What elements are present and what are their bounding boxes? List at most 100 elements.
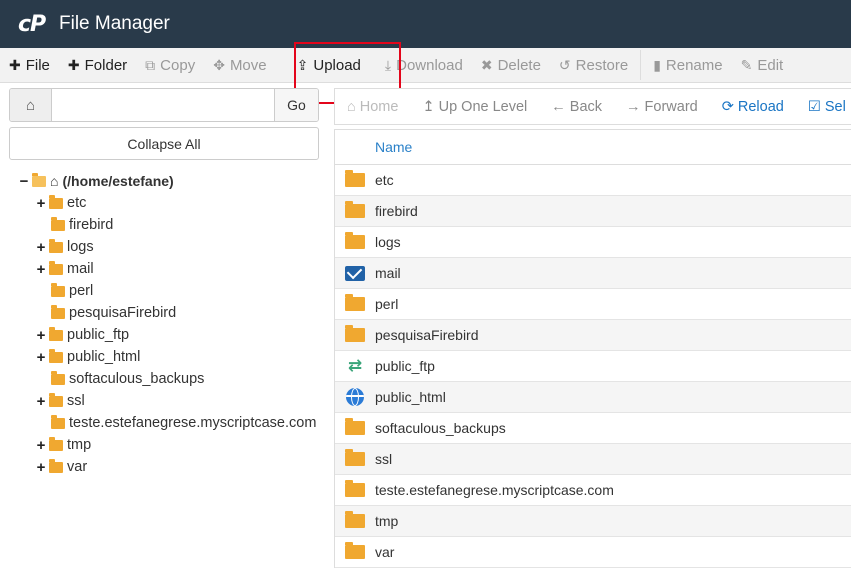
home-button[interactable]: ⌂ Home — [335, 99, 410, 115]
expand-toggle-icon[interactable]: + — [35, 437, 47, 454]
folder-icon — [51, 370, 65, 385]
collapse-toggle-icon[interactable]: − — [18, 173, 30, 190]
forward-button[interactable]: → Forward — [614, 99, 710, 115]
folder-icon — [51, 216, 65, 231]
folder-icon — [49, 194, 63, 209]
folder-icon — [345, 294, 365, 311]
delete-button[interactable]: ✖ Delete — [472, 48, 550, 83]
tree-item-label: logs — [67, 239, 94, 255]
tree-root[interactable]: − ⌂ (/home/estefane) — [18, 170, 316, 192]
tree-item[interactable]: firebird — [18, 214, 316, 236]
tree-item[interactable]: softaculous_backups — [18, 368, 316, 390]
tree-item[interactable]: + ssl — [18, 390, 316, 412]
file-name: ssl — [375, 451, 393, 467]
file-name: public_ftp — [375, 358, 435, 374]
tree-item[interactable]: + etc — [18, 192, 316, 214]
expand-toggle-icon[interactable]: + — [35, 349, 47, 366]
row-icon-cell — [335, 232, 375, 249]
expand-toggle-icon[interactable]: + — [35, 195, 47, 212]
folder-icon — [49, 326, 63, 341]
table-row[interactable]: tmp — [335, 506, 851, 537]
move-button[interactable]: ✥ Move — [204, 48, 275, 83]
cpanel-logo[interactable]: cP — [18, 12, 54, 37]
row-icon-cell — [335, 418, 375, 435]
up-one-level-button[interactable]: ↥ Up One Level — [410, 99, 539, 115]
file-name: var — [375, 544, 395, 560]
folder-icon — [49, 392, 63, 407]
file-name: firebird — [375, 203, 418, 219]
move-label: Move — [229, 56, 267, 74]
expand-toggle-icon[interactable]: + — [35, 327, 47, 344]
arrow-right-icon: → — [626, 98, 641, 115]
select-all-button[interactable]: ☑ Sel — [796, 99, 851, 115]
table-row[interactable]: softaculous_backups — [335, 413, 851, 444]
file-name: teste.estefanegrese.myscriptcase.com — [375, 482, 614, 498]
table-row[interactable]: etc — [335, 165, 851, 196]
table-row[interactable]: public_html — [335, 382, 851, 413]
folder-icon — [345, 418, 365, 435]
tree-item-label: perl — [69, 283, 94, 299]
path-input[interactable] — [52, 89, 274, 121]
tree-item[interactable]: + var — [18, 456, 316, 478]
row-icon-cell — [335, 480, 375, 497]
edit-button[interactable]: ✎ Edit — [732, 48, 793, 83]
go-button[interactable]: Go — [274, 89, 318, 121]
reload-label: Reload — [737, 98, 784, 115]
row-icon-cell — [335, 201, 375, 218]
folder-icon — [51, 304, 65, 319]
table-row[interactable]: logs — [335, 227, 851, 258]
file-name: etc — [375, 172, 394, 188]
table-row[interactable]: var — [335, 537, 851, 568]
name-column-header[interactable]: Name — [375, 139, 412, 155]
table-row[interactable]: mail — [335, 258, 851, 289]
folder-icon — [49, 436, 63, 451]
table-row[interactable]: pesquisaFirebird — [335, 320, 851, 351]
restore-label: Restore — [575, 56, 629, 74]
tree-item[interactable]: + tmp — [18, 434, 316, 456]
back-button[interactable]: ← Back — [539, 99, 614, 115]
folder-icon — [49, 348, 63, 363]
tree-item-label: tmp — [67, 437, 92, 453]
expand-toggle-icon[interactable]: + — [35, 459, 47, 476]
expand-toggle-icon[interactable]: + — [35, 393, 47, 410]
new-folder-label: Folder — [84, 56, 128, 74]
table-row[interactable]: ssl — [335, 444, 851, 475]
file-name: perl — [375, 296, 399, 312]
tree-item[interactable]: + public_ftp — [18, 324, 316, 346]
file-name: logs — [375, 234, 401, 250]
tree-item[interactable]: perl — [18, 280, 316, 302]
tree-item[interactable]: pesquisaFirebird — [18, 302, 316, 324]
file-name: pesquisaFirebird — [375, 327, 479, 343]
copy-label: Copy — [160, 56, 196, 74]
folder-icon — [49, 458, 63, 473]
tree-item[interactable]: + mail — [18, 258, 316, 280]
table-row[interactable]: firebird — [335, 196, 851, 227]
row-icon-cell — [335, 388, 375, 406]
expand-toggle-icon[interactable]: + — [35, 261, 47, 278]
home-icon[interactable]: ⌂ — [10, 89, 52, 121]
expand-toggle-icon[interactable]: + — [35, 239, 47, 256]
tree-item-label: public_html — [67, 349, 141, 365]
collapse-all-button[interactable]: Collapse All — [9, 127, 319, 160]
table-row[interactable]: teste.estefanegrese.myscriptcase.com — [335, 475, 851, 506]
folder-icon — [345, 325, 365, 342]
navigation-bar: ⌂ Home ↥ Up One Level ← Back → Forward ⟳… — [334, 88, 851, 125]
new-file-button[interactable]: ✚ File — [0, 48, 59, 83]
table-row[interactable]: ⇄ public_ftp — [335, 351, 851, 382]
rename-label: Rename — [665, 56, 723, 74]
tree-item[interactable]: + logs — [18, 236, 316, 258]
home-icon: ⌂ — [50, 173, 59, 189]
new-folder-button[interactable]: ✚ Folder — [59, 48, 136, 83]
tree-item[interactable]: + public_html — [18, 346, 316, 368]
table-row[interactable]: perl — [335, 289, 851, 320]
restore-button[interactable]: ↺ Restore — [550, 48, 637, 83]
copy-button[interactable]: ⧉ Copy — [136, 48, 204, 83]
rename-button[interactable]: ▮ Rename — [644, 48, 731, 83]
home-label: Home — [359, 98, 399, 115]
folder-icon — [345, 480, 365, 497]
folder-icon — [49, 260, 63, 275]
row-icon-cell — [335, 294, 375, 311]
reload-button[interactable]: ⟳ Reload — [710, 99, 796, 115]
tree-item[interactable]: teste.estefanegrese.myscriptcase.com — [18, 412, 316, 434]
tree-item-label: mail — [67, 261, 94, 277]
